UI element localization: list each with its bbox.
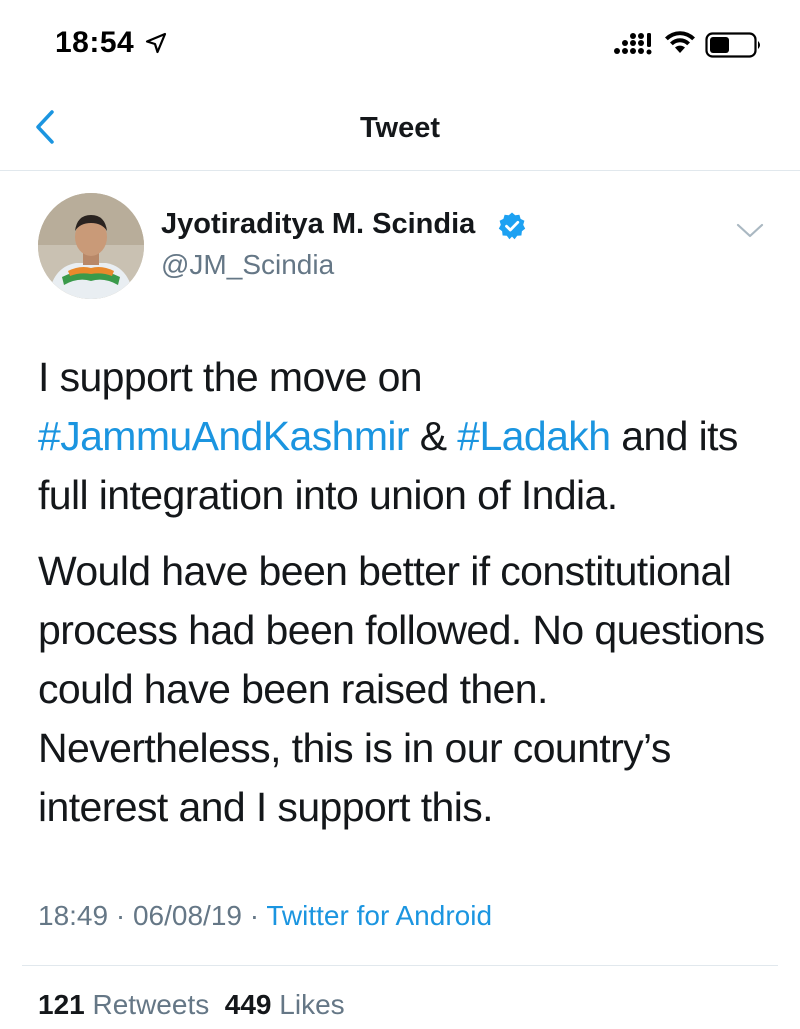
likes-count: 449 (224, 989, 272, 1020)
wifi-icon (665, 31, 695, 53)
tweet-text-segment: I support the move on (38, 354, 423, 400)
retweets-stat[interactable]: 121 Retweets (38, 989, 209, 1020)
retweets-count: 121 (38, 989, 85, 1020)
hashtag-link-ladakh[interactable]: #Ladakh (457, 413, 611, 459)
tweet-date: 06/08/19 (132, 900, 242, 931)
tweet-paragraph-1: I support the move on #JammuAndKashmir &… (38, 348, 778, 525)
author-handle[interactable]: @JM_Scindia (161, 249, 334, 281)
status-bar: 18:54 (0, 0, 800, 88)
meta-separator: · (241, 900, 267, 931)
tweet-meta: 18:49 · 06/08/19 · Twitter for Android (38, 900, 492, 932)
retweets-label: Retweets (92, 989, 210, 1020)
tweet-text-segment: & (408, 413, 458, 459)
page-title: Tweet (359, 112, 441, 144)
tweet-source-link[interactable]: Twitter for Android (266, 900, 492, 931)
avatar[interactable] (38, 193, 144, 299)
likes-label: Likes (279, 989, 345, 1020)
battery-icon (705, 32, 760, 58)
tweet-time: 18:49 (38, 900, 109, 931)
chevron-down-icon[interactable] (735, 218, 765, 242)
meta-separator: · (108, 900, 133, 931)
profile-photo-icon (38, 193, 144, 299)
divider (22, 965, 778, 966)
tweet-paragraph-2: Would have been better if constitutional… (38, 548, 765, 830)
status-time: 18:54 (55, 26, 135, 59)
tweet-detail-screen: 18:54 Tweet Jyotiraditya M. Scindia @JM_… (0, 0, 800, 1029)
hashtag-link-jammu-and-kashmir[interactable]: #JammuAndKashmir (38, 413, 410, 459)
location-arrow-icon (145, 32, 167, 54)
tweet-text: I support the move on #JammuAndKashmir &… (38, 348, 778, 837)
cellular-signal-icon (614, 33, 652, 55)
tweet-stats: 121 Retweets 449 Likes (38, 989, 345, 1021)
author-name[interactable]: Jyotiraditya M. Scindia (161, 208, 475, 241)
navigation-bar: Tweet (0, 88, 800, 171)
verified-badge-icon (498, 212, 526, 240)
likes-stat[interactable]: 449 Likes (225, 989, 345, 1020)
